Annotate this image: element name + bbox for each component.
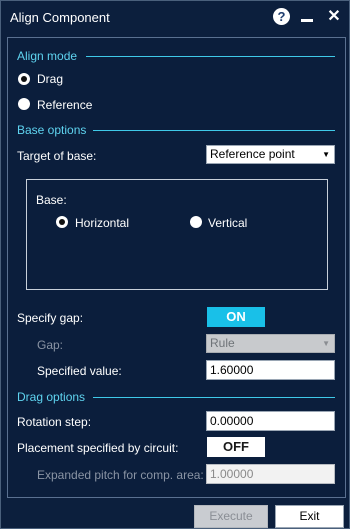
drag-options-heading: Drag options <box>17 390 86 404</box>
specified-value-label: Specified value: <box>37 364 122 378</box>
rotation-step-input[interactable]: 0.00000 <box>206 411 335 431</box>
base-options-heading: Base options <box>17 123 87 137</box>
target-of-base-label: Target of base: <box>17 149 97 163</box>
specify-gap-toggle[interactable]: ON <box>207 307 265 327</box>
align-mode-heading: Align mode <box>17 49 78 63</box>
base-groupbox <box>26 179 328 290</box>
placement-toggle[interactable]: OFF <box>207 437 265 457</box>
gap-value: Rule <box>210 336 235 350</box>
target-of-base-dropdown[interactable]: Reference point ▼ <box>206 145 335 164</box>
exit-button[interactable]: Exit <box>275 505 344 528</box>
base-options-divider <box>93 130 335 131</box>
radio-drag-label[interactable]: Drag <box>37 72 63 86</box>
radio-vertical-label[interactable]: Vertical <box>208 216 247 230</box>
align-mode-divider <box>86 56 335 57</box>
base-group-label: Base: <box>36 193 67 207</box>
gap-dropdown: Rule ▼ <box>206 334 335 353</box>
radio-horizontal-label[interactable]: Horizontal <box>75 216 129 230</box>
specify-gap-label: Specify gap: <box>17 311 84 325</box>
window-title: Align Component <box>10 10 110 25</box>
specified-value-input[interactable]: 1.60000 <box>206 360 335 380</box>
radio-drag[interactable] <box>18 73 30 85</box>
gap-label: Gap: <box>37 338 64 352</box>
align-component-window: Align Component ? ✕ Align mode Drag Refe… <box>0 0 350 529</box>
expanded-pitch-input: 1.00000 <box>206 464 335 484</box>
title-bar: Align Component ? ✕ <box>1 1 349 33</box>
radio-vertical[interactable] <box>190 216 202 228</box>
minimize-icon[interactable] <box>301 9 315 25</box>
radio-horizontal[interactable] <box>56 216 68 228</box>
placement-label: Placement specified by circuit: <box>17 441 179 455</box>
drag-options-divider <box>93 397 335 398</box>
dropdown-arrow-icon: ▼ <box>322 150 330 159</box>
close-icon[interactable]: ✕ <box>326 8 342 26</box>
rotation-step-label: Rotation step: <box>17 415 92 429</box>
dropdown-arrow-icon: ▼ <box>322 339 330 348</box>
radio-reference-label[interactable]: Reference <box>37 98 92 112</box>
help-icon[interactable]: ? <box>273 8 290 25</box>
radio-reference[interactable] <box>18 98 30 110</box>
expanded-pitch-label: Expanded pitch for comp. area: <box>37 468 204 482</box>
execute-button: Execute <box>194 505 268 528</box>
target-of-base-value: Reference point <box>210 147 295 161</box>
